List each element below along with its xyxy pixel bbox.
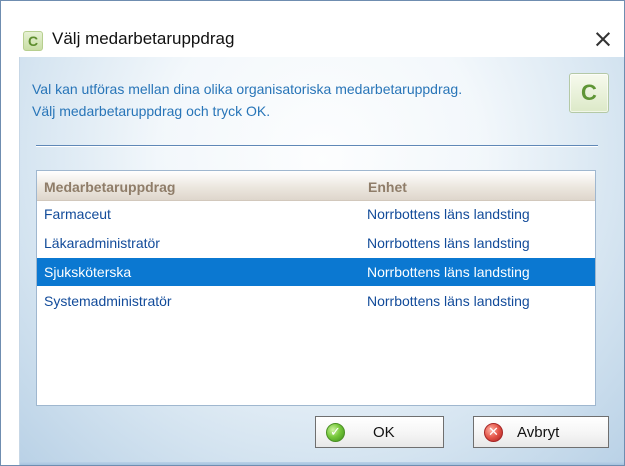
titlebar[interactable]: C Välj medarbetaruppdrag ×: [1, 1, 624, 57]
column-header-unit[interactable]: Enhet: [368, 179, 407, 195]
dialog-title: Välj medarbetaruppdrag: [52, 29, 235, 48]
unit-cell: Norrbottens läns landsting: [367, 206, 530, 222]
ok-button-label: OK: [373, 424, 395, 441]
table-row[interactable]: Systemadministratör Norrbottens läns lan…: [37, 287, 595, 315]
role-cell: Systemadministratör: [44, 293, 172, 309]
assignment-table[interactable]: Medarbetaruppdrag Enhet Farmaceut Norrbo…: [36, 170, 596, 406]
role-cell: Farmaceut: [44, 206, 111, 222]
role-cell: Läkaradministratör: [44, 235, 160, 251]
table-header: Medarbetaruppdrag Enhet: [37, 171, 595, 201]
instructions: Val kan utföras mellan dina olika organi…: [32, 78, 462, 122]
close-icon: ×: [592, 24, 614, 53]
column-header-role[interactable]: Medarbetaruppdrag: [44, 179, 175, 195]
table-row[interactable]: Farmaceut Norrbottens läns landsting: [37, 200, 595, 228]
dialog-window: C Välj medarbetaruppdrag × Val kan utför…: [0, 0, 625, 466]
instruction-line-1: Val kan utföras mellan dina olika organi…: [32, 81, 463, 97]
instruction-line-2: Välj medarbetaruppdrag och tryck OK.: [32, 103, 271, 119]
table-row[interactable]: Läkaradministratör Norrbottens läns land…: [37, 229, 595, 257]
cancel-button[interactable]: ✕ Avbryt: [473, 416, 609, 448]
role-cell: Sjuksköterska: [44, 264, 132, 280]
dialog-content: Val kan utföras mellan dina olika organi…: [19, 57, 624, 465]
app-logo-icon: C: [23, 31, 43, 51]
check-circle-icon: ✓: [326, 423, 345, 442]
ok-button[interactable]: ✓ OK: [315, 416, 444, 448]
unit-cell: Norrbottens läns landsting: [367, 235, 530, 251]
cancel-circle-icon: ✕: [484, 423, 503, 442]
unit-cell: Norrbottens läns landsting: [367, 264, 530, 280]
unit-cell: Norrbottens läns landsting: [367, 293, 530, 309]
bottom-shade: [20, 462, 624, 465]
cancel-button-label: Avbryt: [517, 424, 560, 441]
table-row-selected[interactable]: Sjuksköterska Norrbottens läns landsting: [37, 258, 595, 286]
corner-logo-icon: C: [569, 73, 609, 113]
close-button[interactable]: ×: [589, 25, 617, 53]
separator-line: [36, 145, 598, 147]
